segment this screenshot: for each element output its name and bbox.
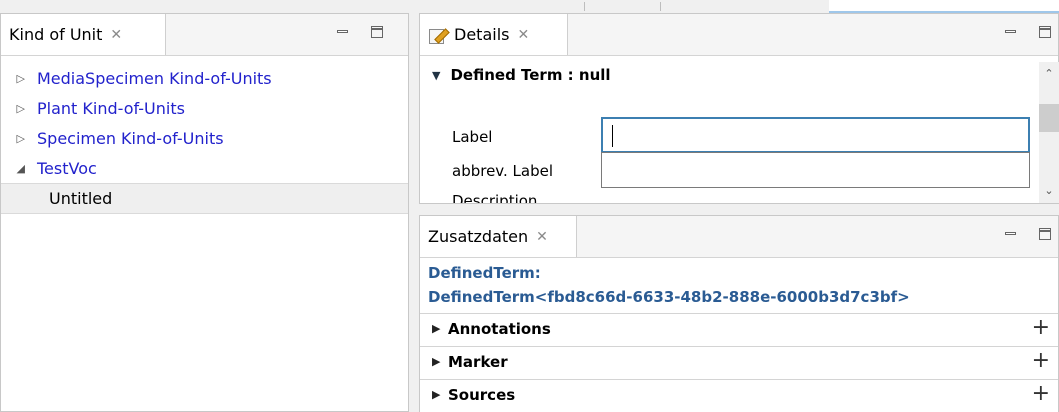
tree-item[interactable]: ◢ TestVoc: [1, 153, 408, 183]
tab-title: Zusatzdaten: [428, 227, 529, 246]
tree-item-label: TestVoc: [37, 158, 97, 178]
zusatzdaten-view: Zusatzdaten ✕ DefinedTerm: DefinedTerm<f…: [419, 215, 1059, 412]
add-marker-icon[interactable]: +: [1032, 348, 1050, 373]
scroll-up-icon[interactable]: ⌃: [1039, 64, 1059, 84]
section-label: Sources: [448, 386, 516, 404]
tab-title: Details: [454, 25, 510, 44]
text-caret: [612, 125, 613, 147]
defined-term-section-header[interactable]: ▼ Defined Term : null: [432, 66, 611, 84]
scrollbar-thumb[interactable]: [1039, 104, 1059, 132]
annotations-section[interactable]: ▶ Annotations +: [420, 313, 1058, 346]
edit-details-icon: [428, 26, 450, 44]
add-source-icon[interactable]: +: [1032, 381, 1050, 406]
tree-item-label: Plant Kind-of-Units: [37, 98, 185, 118]
panel-sash[interactable]: [419, 204, 1059, 215]
maximize-icon[interactable]: [1039, 228, 1051, 240]
panel-sash[interactable]: [409, 13, 419, 412]
section-label: Annotations: [448, 320, 551, 338]
kind-of-unit-tabbar: Kind of Unit ✕: [1, 14, 408, 56]
expand-arrow-icon[interactable]: ▷: [1, 102, 37, 115]
close-icon[interactable]: ✕: [536, 229, 548, 245]
zusatzdaten-tabbar: Zusatzdaten ✕: [420, 216, 1058, 258]
minimize-icon[interactable]: [1005, 228, 1017, 240]
kind-of-unit-view: Kind of Unit ✕ ▷ MediaSpecimen Kind-of-U…: [0, 13, 409, 412]
toolbar-search-field[interactable]: [829, 0, 1059, 13]
maximize-icon[interactable]: [1039, 26, 1051, 38]
tree-item-label: MediaSpecimen Kind-of-Units: [37, 68, 272, 88]
abbrev-label-input[interactable]: [601, 152, 1030, 188]
details-scrollbar[interactable]: ⌃ ⌄: [1039, 62, 1059, 203]
details-tabbar: Details ✕: [420, 14, 1058, 56]
tree-item-label: Untitled: [49, 189, 113, 208]
sources-section[interactable]: ▶ Sources +: [420, 379, 1058, 412]
tree-item-label: Specimen Kind-of-Units: [37, 128, 224, 148]
details-view: Details ✕ ▼ Defined Term : null Label ab…: [419, 13, 1059, 204]
minimize-icon[interactable]: [1005, 26, 1017, 38]
scroll-down-icon[interactable]: ⌄: [1039, 181, 1059, 201]
minimize-icon[interactable]: [337, 26, 349, 38]
close-icon[interactable]: ✕: [517, 27, 529, 43]
tree-item[interactable]: ▷ MediaSpecimen Kind-of-Units: [1, 63, 408, 93]
collapse-arrow-icon[interactable]: ◢: [1, 162, 37, 175]
collapse-arrow-icon[interactable]: ▼: [432, 69, 440, 82]
defined-term-identifier: DefinedTerm<fbd8c66d-6633-48b2-888e-6000…: [428, 288, 910, 306]
expand-arrow-icon[interactable]: ▶: [432, 322, 440, 335]
expand-arrow-icon[interactable]: ▶: [432, 355, 440, 368]
tab-kind-of-unit[interactable]: Kind of Unit ✕: [1, 14, 166, 55]
description-clip: Description: [420, 188, 1039, 203]
description-field-label: Description: [452, 192, 538, 203]
label-input[interactable]: [601, 117, 1030, 153]
top-toolbar-strip: [0, 0, 1059, 13]
defined-term-heading: DefinedTerm:: [428, 264, 541, 282]
tree-item[interactable]: ▷ Plant Kind-of-Units: [1, 93, 408, 123]
tree-item-selected[interactable]: Untitled: [1, 183, 408, 214]
kind-of-unit-tree: ▷ MediaSpecimen Kind-of-Units ▷ Plant Ki…: [1, 63, 408, 214]
section-title: Defined Term : null: [450, 66, 611, 84]
expand-arrow-icon[interactable]: ▶: [432, 388, 440, 401]
close-icon[interactable]: ✕: [110, 27, 122, 43]
maximize-icon[interactable]: [371, 26, 383, 38]
expand-arrow-icon[interactable]: ▷: [1, 132, 37, 145]
tab-zusatzdaten[interactable]: Zusatzdaten ✕: [420, 216, 577, 257]
tree-item[interactable]: ▷ Specimen Kind-of-Units: [1, 123, 408, 153]
abbrev-label-field-label: abbrev. Label: [452, 162, 554, 180]
expand-arrow-icon[interactable]: ▷: [1, 72, 37, 85]
view-window-controls: [1005, 228, 1051, 240]
toolbar-separator: [660, 2, 661, 11]
add-annotation-icon[interactable]: +: [1032, 315, 1050, 340]
toolbar-separator: [584, 2, 585, 11]
label-field-label: Label: [452, 128, 493, 146]
section-label: Marker: [448, 353, 508, 371]
tab-title: Kind of Unit: [9, 25, 103, 44]
view-window-controls: [337, 26, 383, 38]
tab-details[interactable]: Details ✕: [420, 14, 568, 55]
marker-section[interactable]: ▶ Marker +: [420, 346, 1058, 379]
view-window-controls: [1005, 26, 1051, 38]
